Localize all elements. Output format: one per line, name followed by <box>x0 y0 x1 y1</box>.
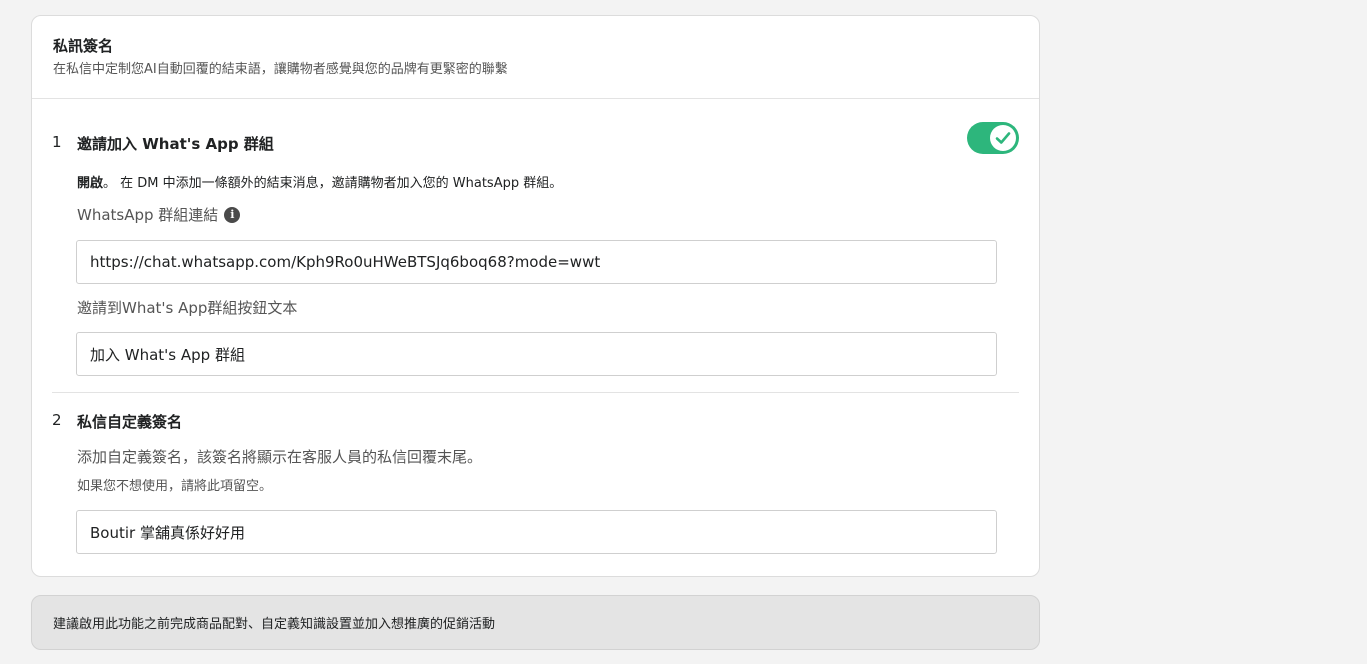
whatsapp-invite-toggle[interactable] <box>967 122 1019 154</box>
signature-description: 添加自定義簽名，該簽名將顯示在客服人員的私信回覆末尾。 <box>77 448 483 466</box>
signature-input[interactable] <box>76 510 997 554</box>
status-description: 開啟。 在 DM 中添加一條額外的結束消息，邀請購物者加入您的 WhatsApp… <box>77 172 562 191</box>
button-text-label: 邀請到What's App群組按鈕文本 <box>77 299 298 317</box>
info-icon[interactable]: i <box>224 206 241 223</box>
button-text-input[interactable] <box>76 332 997 376</box>
status-text: 。 在 DM 中添加一條額外的結束消息，邀請購物者加入您的 WhatsApp 群… <box>103 176 563 191</box>
link-label: WhatsApp 群組連結 i <box>77 204 241 225</box>
card-title: 私訊簽名 <box>53 37 114 55</box>
status-bold: 開啟 <box>77 176 104 191</box>
recommendation-notice: 建議啟用此功能之前完成商品配對、自定義知識設置並加入想推廣的促銷活動 <box>31 595 1040 650</box>
card-header: 私訊簽名 在私信中定制您AI自動回覆的結束語，讓購物者感覺與您的品牌有更緊密的聯… <box>32 16 1039 99</box>
section-title: 邀請加入 What's App 群組 <box>77 135 274 153</box>
signature-hint: 如果您不想使用，請將此項留空。 <box>77 479 273 494</box>
link-label-text: WhatsApp 群組連結 <box>77 206 219 224</box>
card-subtitle: 在私信中定制您AI自動回覆的結束語，讓購物者感覺與您的品牌有更緊密的聯繫 <box>53 62 508 77</box>
notice-text: 建議啟用此功能之前完成商品配對、自定義知識設置並加入想推廣的促銷活動 <box>53 617 496 632</box>
toggle-knob <box>990 125 1016 151</box>
section-number: 2 <box>52 411 62 429</box>
signature-card: 私訊簽名 在私信中定制您AI自動回覆的結束語，讓購物者感覺與您的品牌有更緊密的聯… <box>31 15 1040 577</box>
whatsapp-link-input[interactable] <box>76 240 997 284</box>
section-number: 1 <box>52 133 62 151</box>
section-title: 私信自定義簽名 <box>77 413 183 431</box>
section-divider <box>52 392 1019 393</box>
checkmark-icon <box>995 132 1011 144</box>
